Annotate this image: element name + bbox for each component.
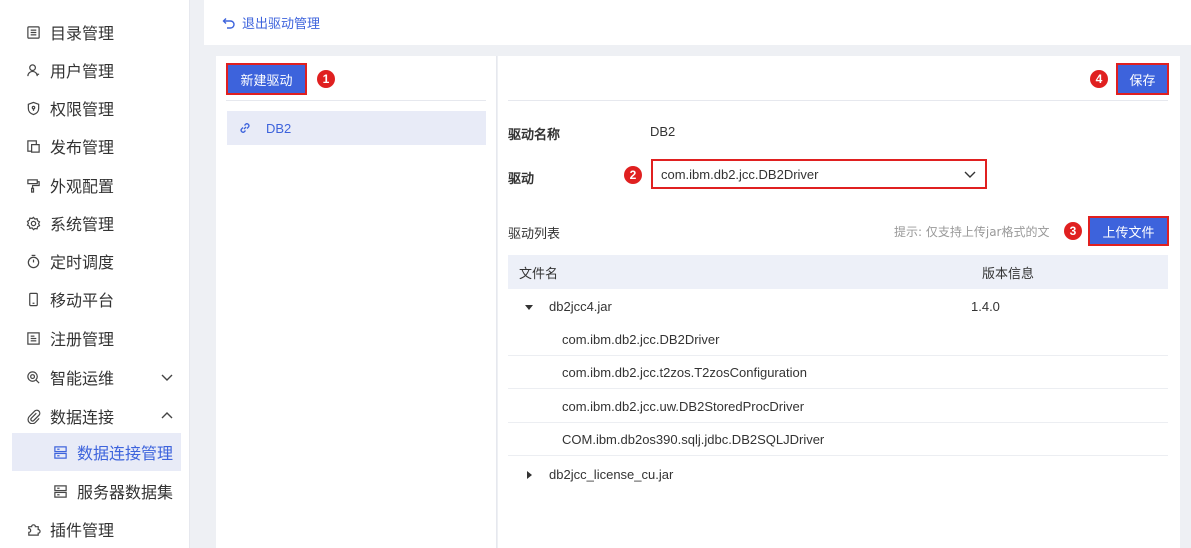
sidebar-item-plugins[interactable]: 插件管理 xyxy=(0,510,190,548)
table-row[interactable]: db2jcc_license_cu.jar xyxy=(508,458,1168,491)
sidebar-item-label: 智能运维 xyxy=(50,369,115,388)
sidebar-item-schedule[interactable]: 定时调度 xyxy=(0,242,190,280)
shield-icon xyxy=(25,100,41,116)
step-marker-1: 1 xyxy=(317,70,335,88)
sidebar-item-mobile[interactable]: 移动平台 xyxy=(0,280,190,318)
table-row[interactable]: com.ibm.db2.jcc.t2zos.T2zosConfiguration xyxy=(508,356,1168,389)
new-driver-button[interactable]: 新建驱动 xyxy=(226,63,307,95)
driver-detail-panel: 4 保存 驱动名称 DB2 驱动 2 com.ibm.db2.jcc.DB2Dr… xyxy=(498,56,1180,548)
file-name: db2jcc_license_cu.jar xyxy=(549,467,674,482)
gear-icon xyxy=(25,215,41,231)
step-marker-2: 2 xyxy=(624,166,642,184)
step-marker-3: 3 xyxy=(1064,222,1082,240)
catalog-icon xyxy=(25,24,41,40)
table-row[interactable]: COM.ibm.db2os390.sqlj.jdbc.DB2SQLJDriver xyxy=(508,423,1168,456)
file-name: db2jcc4.jar xyxy=(549,299,612,314)
paperclip-icon xyxy=(25,408,41,424)
top-bar: 退出驱动管理 xyxy=(204,0,1191,45)
link-icon xyxy=(240,123,250,133)
paint-roller-icon xyxy=(25,177,41,193)
driver-item-label: DB2 xyxy=(266,120,292,136)
caret-down-icon[interactable] xyxy=(524,302,534,312)
sidebar-item-data-connection[interactable]: 数据连接 xyxy=(0,397,190,435)
class-name: com.ibm.db2.jcc.t2zos.T2zosConfiguration xyxy=(562,364,807,380)
upload-file-button[interactable]: 上传文件 xyxy=(1088,216,1169,246)
sidebar-item-label: 系统管理 xyxy=(50,215,115,234)
sidebar-item-label: 数据连接 xyxy=(50,408,115,427)
sidebar-item-register[interactable]: 注册管理 xyxy=(0,319,190,357)
sidebar-item-label: 目录管理 xyxy=(50,24,115,43)
sidebar-item-label: 发布管理 xyxy=(50,138,115,157)
chevron-down-icon xyxy=(964,171,976,178)
chevron-down-icon xyxy=(161,374,173,381)
sidebar-item-label: 用户管理 xyxy=(50,62,115,81)
step-marker-4: 4 xyxy=(1090,70,1108,88)
sidebar: 目录管理 用户管理 权限管理 发布管理 外观配置 系统管理 定时调度 移动平台 … xyxy=(0,0,190,548)
sidebar-subitem-label: 服务器数据集 xyxy=(77,483,174,502)
database-icon xyxy=(52,444,68,460)
divider xyxy=(508,100,1168,101)
driver-name-value: DB2 xyxy=(650,124,676,139)
sidebar-subitem-label: 数据连接管理 xyxy=(77,444,174,463)
sidebar-item-appearance[interactable]: 外观配置 xyxy=(0,166,190,204)
back-link-label: 退出驱动管理 xyxy=(242,17,321,32)
sidebar-subitem-data-connection-management[interactable]: 数据连接管理 xyxy=(12,433,181,471)
user-icon xyxy=(25,62,41,78)
table-row[interactable]: db2jcc4.jar 1.4.0 xyxy=(508,290,1168,323)
mobile-icon xyxy=(25,291,41,307)
sidebar-item-ops[interactable]: 智能运维 xyxy=(0,358,190,396)
table-row[interactable]: com.ibm.db2.jcc.uw.DB2StoredProcDriver xyxy=(508,390,1168,423)
sidebar-item-system[interactable]: 系统管理 xyxy=(0,204,190,242)
sidebar-item-publish[interactable]: 发布管理 xyxy=(0,127,190,165)
column-header-filename: 文件名 xyxy=(519,266,559,282)
sidebar-item-catalog[interactable]: 目录管理 xyxy=(0,13,190,51)
driver-label: 驱动 xyxy=(508,172,535,187)
driver-name-label: 驱动名称 xyxy=(508,128,561,143)
dataset-icon xyxy=(52,483,68,499)
sidebar-item-permissions[interactable]: 权限管理 xyxy=(0,89,190,127)
class-name: com.ibm.db2.jcc.DB2Driver xyxy=(562,331,720,347)
sidebar-item-label: 外观配置 xyxy=(50,177,115,196)
gutter xyxy=(190,0,204,548)
driver-list-label: 驱动列表 xyxy=(508,227,561,242)
sidebar-item-label: 注册管理 xyxy=(50,330,115,349)
driver-class-value: com.ibm.db2.jcc.DB2Driver xyxy=(661,166,819,182)
driver-item-db2[interactable]: DB2 xyxy=(227,111,486,145)
sidebar-subitem-server-dataset[interactable]: 服务器数据集 xyxy=(12,472,181,510)
exit-driver-management-link[interactable]: 退出驱动管理 xyxy=(222,13,320,32)
class-name: COM.ibm.db2os390.sqlj.jdbc.DB2SQLJDriver xyxy=(562,431,825,447)
timer-icon xyxy=(25,253,41,269)
sidebar-item-label: 权限管理 xyxy=(50,100,115,119)
table-header: 文件名 版本信息 xyxy=(508,255,1168,289)
sidebar-item-label: 移动平台 xyxy=(50,291,115,310)
file-version: 1.4.0 xyxy=(971,299,1000,314)
ops-icon xyxy=(25,369,41,385)
back-arrow-icon xyxy=(222,17,235,29)
publish-icon xyxy=(25,138,41,154)
sidebar-item-label: 插件管理 xyxy=(50,521,115,540)
caret-right-icon[interactable] xyxy=(524,470,534,480)
column-header-version: 版本信息 xyxy=(982,266,1035,282)
driver-list-panel: 新建驱动 1 DB2 xyxy=(216,56,497,548)
sidebar-item-users[interactable]: 用户管理 xyxy=(0,51,190,89)
driver-class-select[interactable]: com.ibm.db2.jcc.DB2Driver xyxy=(651,159,987,189)
table-row[interactable]: com.ibm.db2.jcc.DB2Driver xyxy=(508,323,1168,356)
save-button[interactable]: 保存 xyxy=(1116,63,1169,95)
divider xyxy=(226,100,486,101)
sidebar-item-label: 定时调度 xyxy=(50,253,115,272)
register-icon xyxy=(25,330,41,346)
puzzle-icon xyxy=(25,521,41,537)
chevron-up-icon xyxy=(161,412,173,419)
class-name: com.ibm.db2.jcc.uw.DB2StoredProcDriver xyxy=(562,398,805,414)
upload-hint: 提示: 仅支持上传jar格式的文 xyxy=(894,225,1050,239)
